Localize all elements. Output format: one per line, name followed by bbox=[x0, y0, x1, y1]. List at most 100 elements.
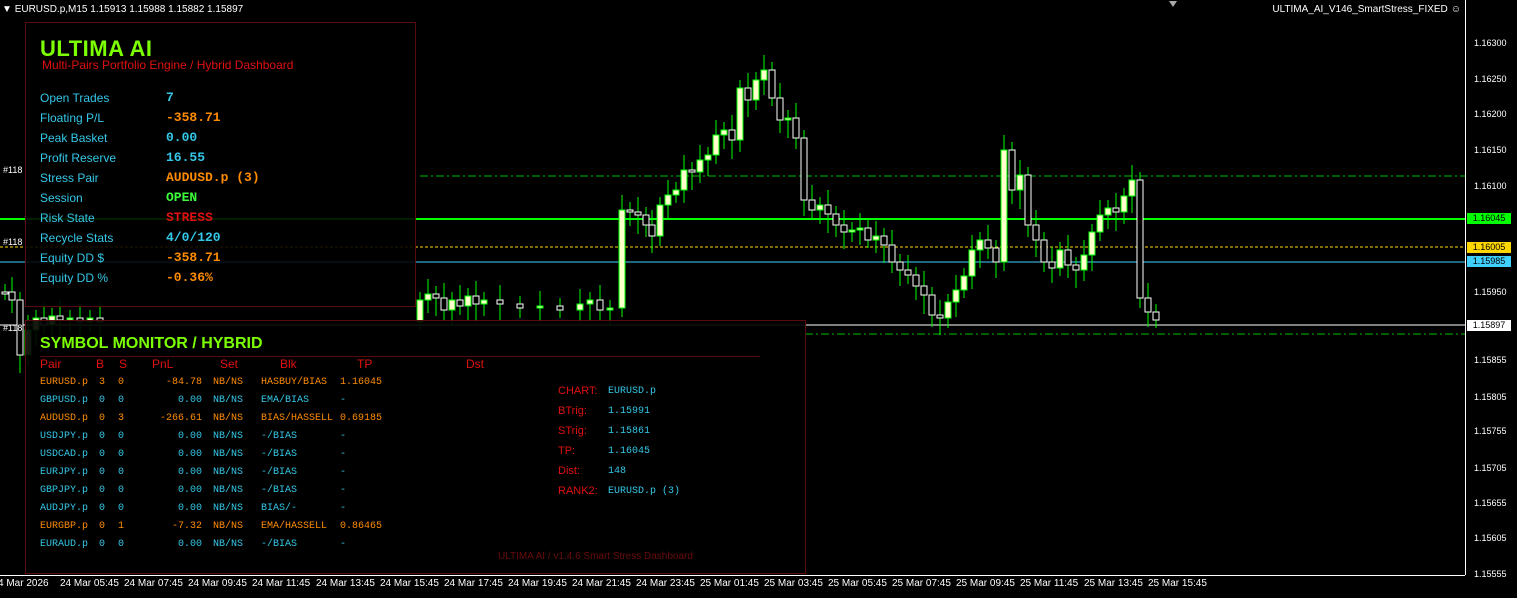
cell-pair: EURGBP.p bbox=[40, 521, 89, 532]
price-label: 1.15605 bbox=[1474, 533, 1507, 543]
candle-body bbox=[1032, 224, 1040, 241]
candle-body bbox=[596, 299, 604, 311]
cell-b: 0 bbox=[99, 521, 106, 532]
candle-body bbox=[952, 289, 960, 303]
candle-body bbox=[1072, 264, 1080, 271]
cell-pnl: 0.00 bbox=[177, 449, 202, 460]
cell-tp: - bbox=[340, 503, 347, 514]
time-label: 24 Mar 05:45 bbox=[60, 578, 119, 589]
cell-s: 0 bbox=[118, 449, 125, 460]
info-value: 1.15861 bbox=[608, 426, 651, 437]
candle-body bbox=[840, 224, 848, 233]
stat-label: Equity DD % bbox=[40, 271, 109, 285]
price-label: 1.15855 bbox=[1474, 355, 1507, 365]
table-row: USDJPY.p 0 0 0.00 NB/NS -/BIAS - bbox=[26, 431, 526, 449]
cell-s: 0 bbox=[118, 485, 125, 496]
candle-body bbox=[808, 199, 816, 211]
chart-shift-icon[interactable] bbox=[1168, 0, 1178, 8]
cell-pair: USDCAD.p bbox=[40, 449, 89, 460]
stat-value: 0.00 bbox=[166, 130, 198, 145]
cell-s: 1 bbox=[118, 521, 125, 532]
candle-body bbox=[784, 117, 792, 121]
candle-body bbox=[1120, 195, 1128, 213]
cell-pair: AUDJPY.p bbox=[40, 503, 89, 514]
candle-body bbox=[1000, 149, 1008, 263]
candle-body bbox=[634, 211, 642, 216]
cell-tp: 1.16045 bbox=[340, 377, 383, 388]
info-label: TP: bbox=[558, 445, 576, 457]
candle-body bbox=[896, 261, 904, 271]
time-label: 24 Mar 17:45 bbox=[444, 578, 503, 589]
table-row: GBPUSD.p 0 0 0.00 NB/NS EMA/BIAS - bbox=[26, 395, 526, 413]
table-row: AUDUSD.p 0 3 -266.61 NB/NS BIAS/HASSELL 0.6918… bbox=[26, 413, 526, 431]
candle-body bbox=[736, 87, 744, 141]
candle-body bbox=[664, 194, 672, 206]
table-row: EURGBP.p 0 1 -7.32 NB/NS EMA/HASSELL 0.86465 bbox=[26, 521, 526, 539]
candle-body bbox=[720, 129, 728, 136]
stat-value: -0.36% bbox=[166, 270, 213, 285]
cell-pnl: 0.00 bbox=[177, 467, 202, 478]
cell-set: NB/NS bbox=[213, 539, 244, 550]
candle-body bbox=[480, 299, 488, 305]
candle-body bbox=[448, 299, 456, 311]
stat-label: Risk State bbox=[40, 211, 95, 225]
time-label: 24 Mar 19:45 bbox=[508, 578, 567, 589]
stat-value: -358.71 bbox=[166, 110, 221, 125]
cell-s: 0 bbox=[118, 503, 125, 514]
price-label: 1.16150 bbox=[1474, 145, 1507, 155]
stat-value: AUDUSD.p (3) bbox=[166, 170, 260, 185]
cell-pair: EURJPY.p bbox=[40, 467, 89, 478]
stat-value: 7 bbox=[166, 90, 174, 105]
table-row: AUDJPY.p 0 0 0.00 NB/NS BIAS/- - bbox=[26, 503, 526, 521]
candle-body bbox=[556, 305, 564, 311]
candle-body bbox=[586, 299, 594, 305]
candle-body bbox=[1104, 207, 1112, 216]
time-label: 24 Mar 21:45 bbox=[572, 578, 631, 589]
candle-body bbox=[864, 227, 872, 241]
cell-set: NB/NS bbox=[213, 413, 244, 424]
cell-b: 0 bbox=[99, 467, 106, 478]
cell-b: 0 bbox=[99, 395, 106, 406]
column-header: B bbox=[96, 357, 105, 371]
candle-body bbox=[1064, 249, 1072, 266]
cell-pnl: -7.32 bbox=[171, 521, 202, 532]
cell-tp: - bbox=[340, 539, 347, 550]
cell-pair: USDJPY.p bbox=[40, 431, 89, 442]
candle-body bbox=[800, 137, 808, 201]
stat-label: Open Trades bbox=[40, 91, 110, 105]
candle-body bbox=[768, 69, 776, 99]
expert-advisor-label[interactable]: ULTIMA_AI_V146_SmartStress_FIXED ☺ bbox=[1272, 4, 1461, 15]
cell-pair: EURUSD.p bbox=[40, 377, 89, 388]
candle-body bbox=[516, 303, 524, 309]
monitor-title: SYMBOL MONITOR / HYBRID bbox=[40, 335, 263, 352]
candle-body bbox=[8, 291, 16, 301]
time-label: 25 Mar 11:45 bbox=[1020, 578, 1079, 589]
info-value: 1.16045 bbox=[608, 446, 651, 457]
candle-body bbox=[912, 274, 920, 287]
table-row: USDCAD.p 0 0 0.00 NB/NS -/BIAS - bbox=[26, 449, 526, 467]
candle-body bbox=[1112, 207, 1120, 213]
cell-s: 0 bbox=[118, 539, 125, 550]
column-header: PnL bbox=[152, 357, 174, 371]
cell-blk: -/BIAS bbox=[261, 485, 298, 496]
info-label: RANK2: bbox=[558, 485, 598, 497]
cell-tp: - bbox=[340, 449, 347, 460]
cell-set: NB/NS bbox=[213, 449, 244, 460]
cell-b: 0 bbox=[99, 539, 106, 550]
ultima-main-panel: ULTIMA AI Multi-Pairs Portfolio Engine /… bbox=[25, 22, 416, 307]
cell-tp: - bbox=[340, 467, 347, 478]
candle-body bbox=[688, 169, 696, 173]
cell-pnl: -84.78 bbox=[165, 377, 202, 388]
info-label: BTrig: bbox=[558, 405, 587, 417]
stat-value: STRESS bbox=[166, 210, 213, 225]
cell-b: 0 bbox=[99, 503, 106, 514]
column-header: S bbox=[119, 357, 128, 371]
time-label: 25 Mar 13:45 bbox=[1084, 578, 1143, 589]
cell-pnl: 0.00 bbox=[177, 485, 202, 496]
price-label: 1.16250 bbox=[1474, 74, 1507, 84]
candle-body bbox=[1, 291, 9, 295]
candle-body bbox=[704, 154, 712, 161]
candle-body bbox=[1008, 149, 1016, 191]
stat-label: Peak Basket bbox=[40, 131, 108, 145]
price-tag: 1.16005 bbox=[1467, 242, 1511, 253]
